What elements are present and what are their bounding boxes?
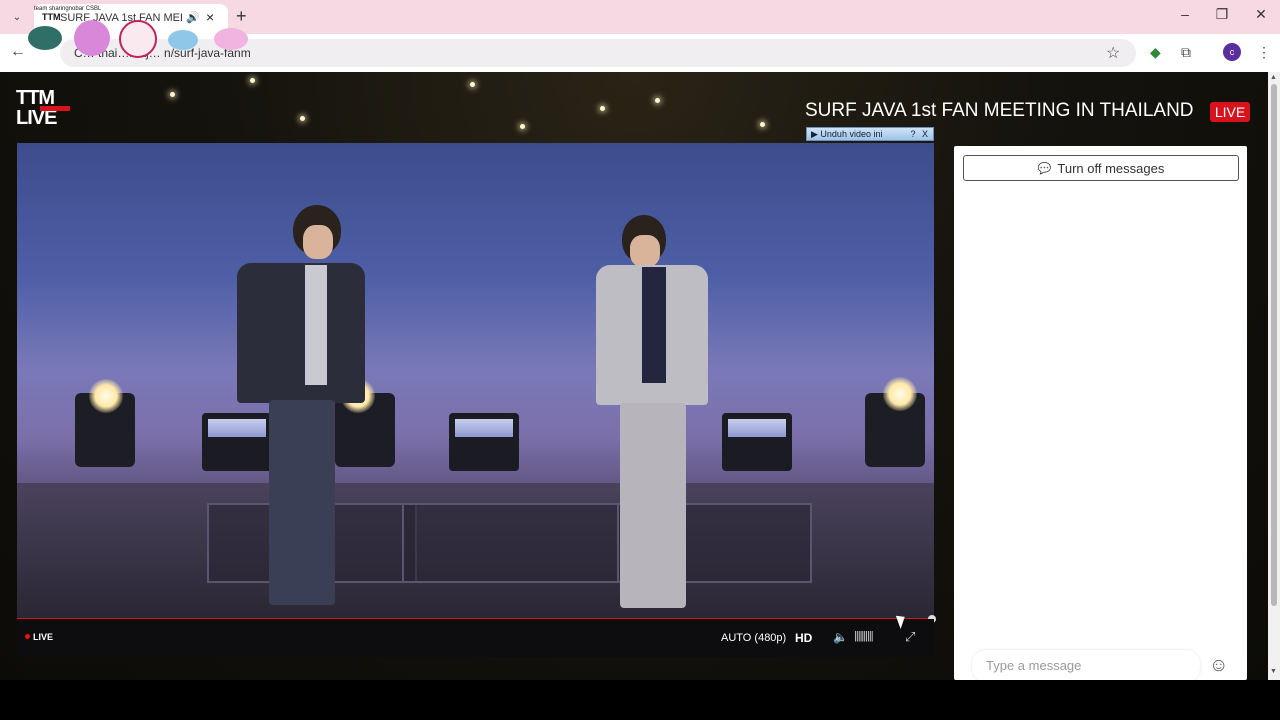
quality-selector[interactable]: AUTO (480p) — [721, 632, 786, 644]
menu-icon[interactable]: ⋮ — [1257, 44, 1271, 61]
fullscreen-icon[interactable]: ⤢ — [905, 629, 915, 645]
puzzle-icon[interactable]: ⧉ — [1181, 44, 1191, 61]
live-label: LIVE — [33, 632, 54, 642]
live-indicator[interactable]: LIVE — [25, 632, 53, 642]
stage-monitor — [449, 413, 519, 471]
back-icon[interactable]: ← — [10, 43, 26, 61]
turn-off-messages-label: Turn off messages — [1057, 160, 1165, 176]
star-icon[interactable]: ☆ — [1106, 43, 1120, 63]
watermark-badge — [214, 28, 248, 50]
download-video-label[interactable]: ▶ Unduh video ini — [807, 129, 907, 140]
page-scrollbar[interactable]: ▲ ▼ — [1268, 72, 1280, 680]
performer-right — [592, 215, 712, 615]
hd-toggle[interactable]: HD — [795, 631, 812, 645]
logo-red-stripe — [40, 106, 70, 111]
watermark-badge — [168, 30, 198, 50]
mute-icon[interactable]: 🔈 — [833, 630, 848, 644]
performer-left — [217, 205, 367, 615]
profile-avatar[interactable]: c — [1223, 43, 1241, 61]
logo-line1: TTM — [16, 87, 55, 109]
video-player[interactable] — [17, 143, 934, 619]
player-controls: LIVE AUTO (480p) HD 🔈 |||||||||| ⤢ — [17, 619, 934, 657]
spotlight-glow — [883, 377, 917, 411]
window-close-button[interactable]: ✕ — [1246, 6, 1276, 23]
watermark-badge — [74, 20, 110, 56]
overlay-watermark: team sharingnobar CSBL — [28, 4, 258, 62]
watermark-badge — [119, 20, 157, 58]
logo-line2: LIVE — [16, 107, 57, 129]
chat-bubble-icon: 💬 — [1037, 162, 1052, 175]
scroll-thumb[interactable] — [1271, 84, 1277, 606]
close-icon[interactable]: X — [919, 129, 931, 139]
page-content: TTM LIVE SURF JAVA 1st FAN MEETING IN TH… — [0, 72, 1268, 680]
bottom-area — [0, 680, 1280, 720]
spotlight-glow — [89, 379, 123, 413]
turn-off-messages-button[interactable]: 💬 Turn off messages — [963, 155, 1239, 181]
live-badge: LIVE — [1210, 102, 1250, 122]
extension-icon[interactable]: ◆ — [1150, 44, 1161, 61]
help-icon[interactable]: ? — [907, 129, 919, 139]
volume-bars-icon[interactable]: |||||||||| — [854, 630, 874, 642]
chat-panel: 💬 Turn off messages Type a message ☺ — [954, 146, 1247, 680]
scroll-up-icon[interactable]: ▲ — [1270, 74, 1277, 81]
event-title: SURF JAVA 1st FAN MEETING IN THAILAND — [805, 100, 1194, 121]
minimize-button[interactable]: – — [1170, 6, 1200, 22]
overlay-title: team sharingnobar CSBL — [34, 6, 102, 12]
message-input[interactable]: Type a message — [972, 650, 1200, 680]
stage-monitor — [722, 413, 792, 471]
watermark-badge — [28, 26, 62, 50]
emoji-icon[interactable]: ☺ — [1209, 655, 1228, 677]
tab-search-chevron-icon[interactable]: ⌄ — [8, 8, 26, 26]
ttm-live-logo[interactable]: TTM LIVE — [16, 88, 72, 132]
scroll-down-icon[interactable]: ▼ — [1270, 668, 1277, 675]
download-video-bar[interactable]: ▶ Unduh video ini ? X — [806, 127, 934, 141]
restore-button[interactable]: ❐ — [1207, 6, 1237, 23]
